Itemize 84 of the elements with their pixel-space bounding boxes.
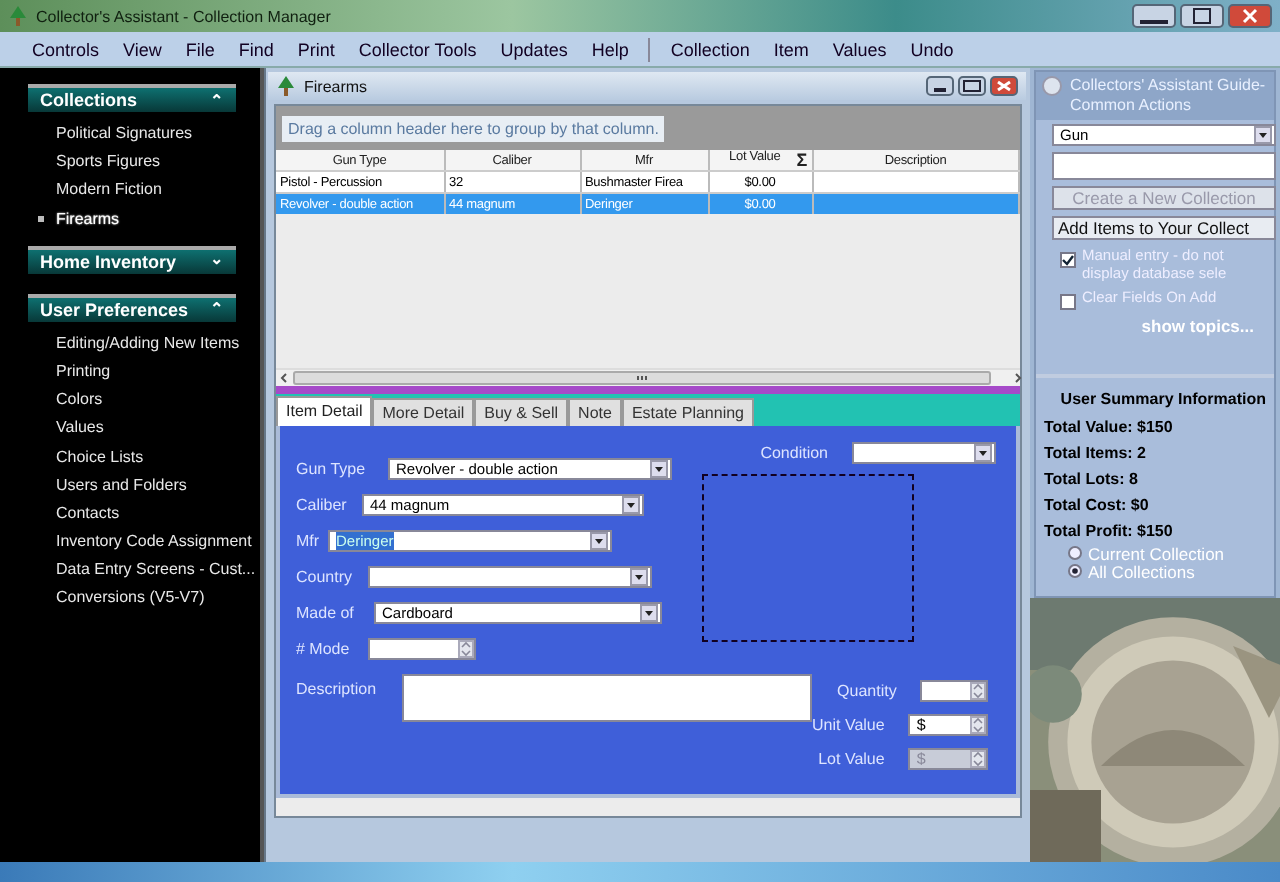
text-field[interactable] (1052, 152, 1276, 180)
sidebar-item[interactable]: Editing/Adding New Items (56, 329, 240, 358)
menu-item[interactable]: Collector Tools (346, 40, 489, 60)
window-title: Collector's Assistant - Collection Manager (36, 7, 331, 25)
field-label: Lot Value (818, 750, 885, 768)
spinner-icon (458, 639, 474, 657)
tab[interactable]: Note (568, 398, 622, 426)
menu-item[interactable]: Collection (658, 40, 762, 60)
menu-item[interactable]: View (111, 40, 174, 60)
number-field[interactable]: $ (908, 714, 989, 736)
tab[interactable]: More Detail (372, 398, 475, 426)
checkbox[interactable] (1060, 252, 1076, 268)
field-label: Condition (760, 443, 828, 461)
tab[interactable]: Buy & Sell (474, 398, 569, 426)
menu-item[interactable]: Controls (20, 40, 112, 60)
menu-item[interactable]: File (173, 40, 227, 60)
sum-icon[interactable]: Σ (796, 150, 807, 170)
sidebar-item[interactable]: Sports Figures (56, 148, 161, 177)
menu-item[interactable]: Help (579, 40, 641, 60)
spinner-icon (970, 682, 987, 700)
sidebar-item[interactable]: Data Entry Screens - Cust... (56, 556, 256, 585)
menu-item[interactable]: Values (820, 40, 899, 60)
field-label: # Mode (296, 639, 352, 657)
summary-title: User Summary Information (1058, 390, 1266, 408)
summary-line: Total Value: $150 (1044, 416, 1175, 440)
menu-item[interactable]: Find (226, 40, 286, 60)
summary-line: Total Lots: 8 (1044, 468, 1140, 492)
summary-line: Total Cost: $0 (1044, 494, 1151, 518)
section-header[interactable]: Collections ⌃ (28, 84, 236, 112)
group-by-hint: Drag a column header here to group by that column. (282, 115, 665, 141)
radio-label: All Collections (1088, 561, 1195, 581)
sidebar-item[interactable]: Values (56, 414, 104, 444)
summary-line: Total Profit: $150 (1044, 520, 1175, 544)
sidebar-item[interactable]: Users and Folders (56, 471, 187, 500)
spinner-icon (970, 716, 987, 734)
number-field[interactable] (368, 637, 476, 659)
number-field[interactable] (920, 680, 989, 702)
minimize-button[interactable] (1132, 4, 1176, 28)
field-label: Mfr (296, 531, 322, 549)
sidebar-item[interactable]: Political Signatures (56, 120, 193, 149)
field-label: Country (296, 567, 355, 585)
sidebar-item[interactable]: Modern Fiction (56, 176, 162, 206)
radio-button[interactable] (1068, 546, 1082, 560)
field-label: Gun Type (296, 459, 368, 477)
close-button[interactable] (1228, 4, 1272, 28)
tree-icon (10, 6, 26, 26)
radio-icon[interactable] (1042, 76, 1062, 96)
minimize-button[interactable] (926, 76, 954, 96)
summary-line: Total Items: 2 (1044, 442, 1148, 466)
dropdown-field[interactable] (852, 441, 996, 463)
tree-icon (278, 76, 294, 96)
radio-button[interactable] (1068, 564, 1082, 578)
sidebar-item[interactable]: Contacts (56, 499, 120, 529)
field-label: Made of (296, 603, 356, 621)
section-header[interactable]: User Preferences ⌃ (28, 293, 236, 322)
sidebar-item[interactable]: Printing (56, 357, 111, 387)
menu-item[interactable]: Updates (488, 40, 580, 60)
maximize-button[interactable] (1180, 4, 1224, 28)
sidebar-item[interactable]: Choice Lists (56, 443, 144, 472)
tab[interactable]: Estate Planning (621, 398, 754, 426)
menu-item[interactable]: Print (285, 40, 347, 60)
field-label: Quantity (837, 682, 897, 700)
field-label: Caliber (296, 495, 349, 513)
field-label: Description (296, 678, 379, 702)
menu-item[interactable]: Item (761, 40, 821, 60)
sidebar-item[interactable]: Colors (56, 386, 103, 415)
maximize-button[interactable] (958, 76, 986, 96)
section-header[interactable]: Home Inventory ⌄ (28, 245, 236, 274)
panel-title: Collectors' Assistant Guide- Common Actions (1070, 76, 1268, 116)
menu-item[interactable]: Undo (898, 40, 966, 60)
spinner-icon (970, 750, 987, 768)
window-title: Firearms (304, 77, 368, 95)
action-button[interactable]: Add Items to Your Collect (1052, 216, 1276, 240)
field-label: Unit Value (812, 716, 885, 734)
sidebar-item[interactable]: Firearms (56, 205, 120, 234)
tab[interactable]: Item Detail (276, 396, 373, 426)
horizontal-scrollbar[interactable] (280, 371, 1022, 385)
close-button[interactable] (990, 76, 1018, 96)
dropdown-field[interactable] (368, 565, 652, 587)
sidebar-item[interactable]: Conversions (V5-V7) (56, 584, 205, 614)
sidebar-item[interactable]: Inventory Code Assignment (56, 528, 252, 557)
checkbox[interactable] (1060, 294, 1076, 310)
radio-label: Current Collection (1088, 543, 1225, 563)
description-field[interactable] (402, 674, 812, 722)
